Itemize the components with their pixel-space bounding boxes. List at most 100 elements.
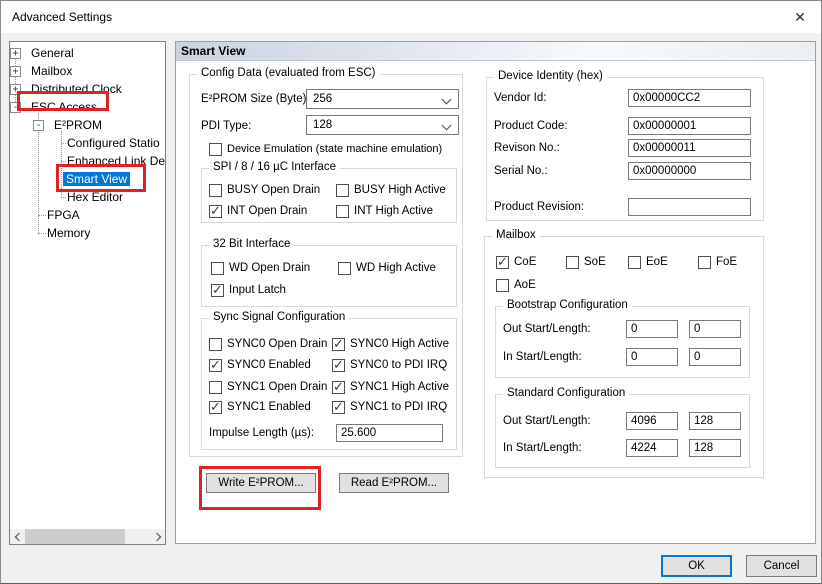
scroll-left-icon[interactable]: [10, 529, 25, 544]
checkbox-icon: [496, 279, 509, 292]
spi-interface-legend: SPI / 8 / 16 µC Interface: [209, 161, 340, 173]
revision-no-input[interactable]: [628, 139, 751, 157]
expand-plus-icon[interactable]: [10, 66, 21, 77]
checkbox-label: SYNC0 to PDI IRQ: [350, 359, 447, 371]
read-eeprom-button[interactable]: Read E²PROM...: [339, 473, 449, 493]
impulse-length-label: Impulse Length (µs):: [209, 427, 314, 439]
checkbox-icon: [209, 381, 222, 394]
checkbox-icon: [332, 401, 345, 414]
ok-button[interactable]: OK: [661, 555, 732, 577]
sync0-open-drain-checkbox[interactable]: SYNC0 Open Drain: [209, 337, 327, 351]
checkbox-label: SYNC1 Enabled: [227, 401, 311, 413]
foe-checkbox[interactable]: FoE: [698, 255, 737, 269]
sync1-enabled-checkbox[interactable]: SYNC1 Enabled: [209, 400, 311, 414]
checkbox-label: INT Open Drain: [227, 205, 307, 217]
write-eeprom-button[interactable]: Write E²PROM...: [206, 473, 316, 493]
checkbox-icon: [332, 359, 345, 372]
tree-connector: [61, 131, 62, 197]
bootstrap-in-start-input[interactable]: [626, 348, 678, 366]
checkbox-label: SYNC0 Enabled: [227, 359, 311, 371]
title-bar: Advanced Settings ✕: [1, 1, 821, 33]
device-emulation-checkbox[interactable]: Device Emulation (state machine emulatio…: [209, 142, 442, 156]
checkbox-icon: [209, 184, 222, 197]
sync0-high-active-checkbox[interactable]: SYNC0 High Active: [332, 337, 449, 351]
impulse-length-input[interactable]: [336, 424, 443, 442]
checkbox-label: SYNC0 Open Drain: [227, 338, 327, 350]
sync1-open-drain-checkbox[interactable]: SYNC1 Open Drain: [209, 380, 327, 394]
bootstrap-in-length-input[interactable]: [689, 348, 741, 366]
int-open-drain-checkbox[interactable]: INT Open Drain: [209, 204, 307, 218]
eeprom-size-value: 256: [313, 93, 332, 105]
pdi-type-label: PDI Type:: [201, 120, 251, 132]
expand-minus-icon[interactable]: [33, 120, 44, 131]
expand-plus-icon[interactable]: [10, 48, 21, 59]
pdi-type-select[interactable]: 128: [306, 115, 459, 135]
expand-minus-icon[interactable]: [10, 102, 21, 113]
device-identity-legend: Device Identity (hex): [494, 70, 607, 82]
expand-plus-icon[interactable]: [10, 84, 21, 95]
sync1-high-active-checkbox[interactable]: SYNC1 High Active: [332, 380, 449, 394]
serial-no-label: Serial No.:: [494, 165, 548, 177]
tree-item-smart-view[interactable]: Smart View: [63, 171, 130, 187]
busy-open-drain-checkbox[interactable]: BUSY Open Drain: [209, 183, 320, 197]
revision-no-label: Revison No.:: [494, 142, 560, 154]
product-revision-input[interactable]: [628, 198, 751, 216]
product-code-input[interactable]: [628, 117, 751, 135]
tree-item-fpga[interactable]: FPGA: [47, 207, 80, 223]
int-high-active-checkbox[interactable]: INT High Active: [336, 204, 433, 218]
tree-item-general[interactable]: General: [31, 45, 74, 61]
bootstrap-out-start-input[interactable]: [626, 320, 678, 338]
tree-item-esc-access[interactable]: ESC Access: [31, 99, 97, 115]
tree-connector: [61, 161, 66, 162]
vendor-id-label: Vendor Id:: [494, 92, 546, 104]
product-revision-label: Product Revision:: [494, 201, 584, 213]
scroll-right-icon[interactable]: [150, 529, 165, 544]
checkbox-icon: [209, 401, 222, 414]
standard-out-start-input[interactable]: [626, 412, 678, 430]
wd-open-drain-checkbox[interactable]: WD Open Drain: [211, 261, 310, 275]
tree-item-memory[interactable]: Memory: [47, 225, 90, 241]
tree-item-configured-station[interactable]: Configured Statio: [67, 135, 160, 151]
window-title: Advanced Settings: [12, 10, 112, 24]
wd-high-active-checkbox[interactable]: WD High Active: [338, 261, 436, 275]
checkbox-label: Input Latch: [229, 284, 286, 296]
checkbox-label: FoE: [716, 256, 737, 268]
eoe-checkbox[interactable]: EoE: [628, 255, 668, 269]
coe-checkbox[interactable]: CoE: [496, 255, 536, 269]
eeprom-size-label: E²PROM Size (Byte):: [201, 93, 310, 105]
tree-item-distributed-clock[interactable]: Distributed Clock: [31, 81, 122, 97]
tree-horizontal-scrollbar[interactable]: [10, 529, 165, 544]
close-icon[interactable]: ✕: [787, 5, 813, 29]
sync1-pdi-irq-checkbox[interactable]: SYNC1 to PDI IRQ: [332, 400, 447, 414]
serial-no-input[interactable]: [628, 162, 751, 180]
tree-item-eeprom[interactable]: E²PROM: [54, 117, 102, 133]
tree-item-hex-editor[interactable]: Hex Editor: [67, 189, 123, 205]
sync0-pdi-irq-checkbox[interactable]: SYNC0 to PDI IRQ: [332, 358, 447, 372]
standard-out-length-input[interactable]: [689, 412, 741, 430]
checkbox-icon: [336, 205, 349, 218]
sync-signal-legend: Sync Signal Configuration: [209, 311, 349, 323]
busy-high-active-checkbox[interactable]: BUSY High Active: [336, 183, 446, 197]
tree-item-mailbox[interactable]: Mailbox: [31, 63, 72, 79]
scrollbar-thumb[interactable]: [25, 529, 125, 544]
aoe-checkbox[interactable]: AoE: [496, 278, 536, 292]
cancel-button[interactable]: Cancel: [746, 555, 817, 577]
bootstrap-out-length-input[interactable]: [689, 320, 741, 338]
selected-tree-label: Smart View: [63, 172, 130, 186]
bootstrap-config-group: Bootstrap Configuration: [495, 306, 750, 378]
vendor-id-input[interactable]: [628, 89, 751, 107]
standard-in-start-input[interactable]: [626, 439, 678, 457]
tree-item-enhanced-link[interactable]: Enhanced Link De: [67, 153, 165, 169]
sync0-enabled-checkbox[interactable]: SYNC0 Enabled: [209, 358, 311, 372]
soe-checkbox[interactable]: SoE: [566, 255, 606, 269]
input-latch-checkbox[interactable]: Input Latch: [211, 283, 286, 297]
standard-in-length-input[interactable]: [689, 439, 741, 457]
standard-out-label: Out Start/Length:: [503, 415, 591, 427]
checkbox-icon: [211, 284, 224, 297]
bit32-interface-legend: 32 Bit Interface: [209, 238, 294, 250]
checkbox-label: SoE: [584, 256, 606, 268]
eeprom-size-select[interactable]: 256: [306, 89, 459, 109]
checkbox-icon: [209, 359, 222, 372]
mailbox-legend: Mailbox: [492, 229, 540, 241]
checkbox-icon: [211, 262, 224, 275]
